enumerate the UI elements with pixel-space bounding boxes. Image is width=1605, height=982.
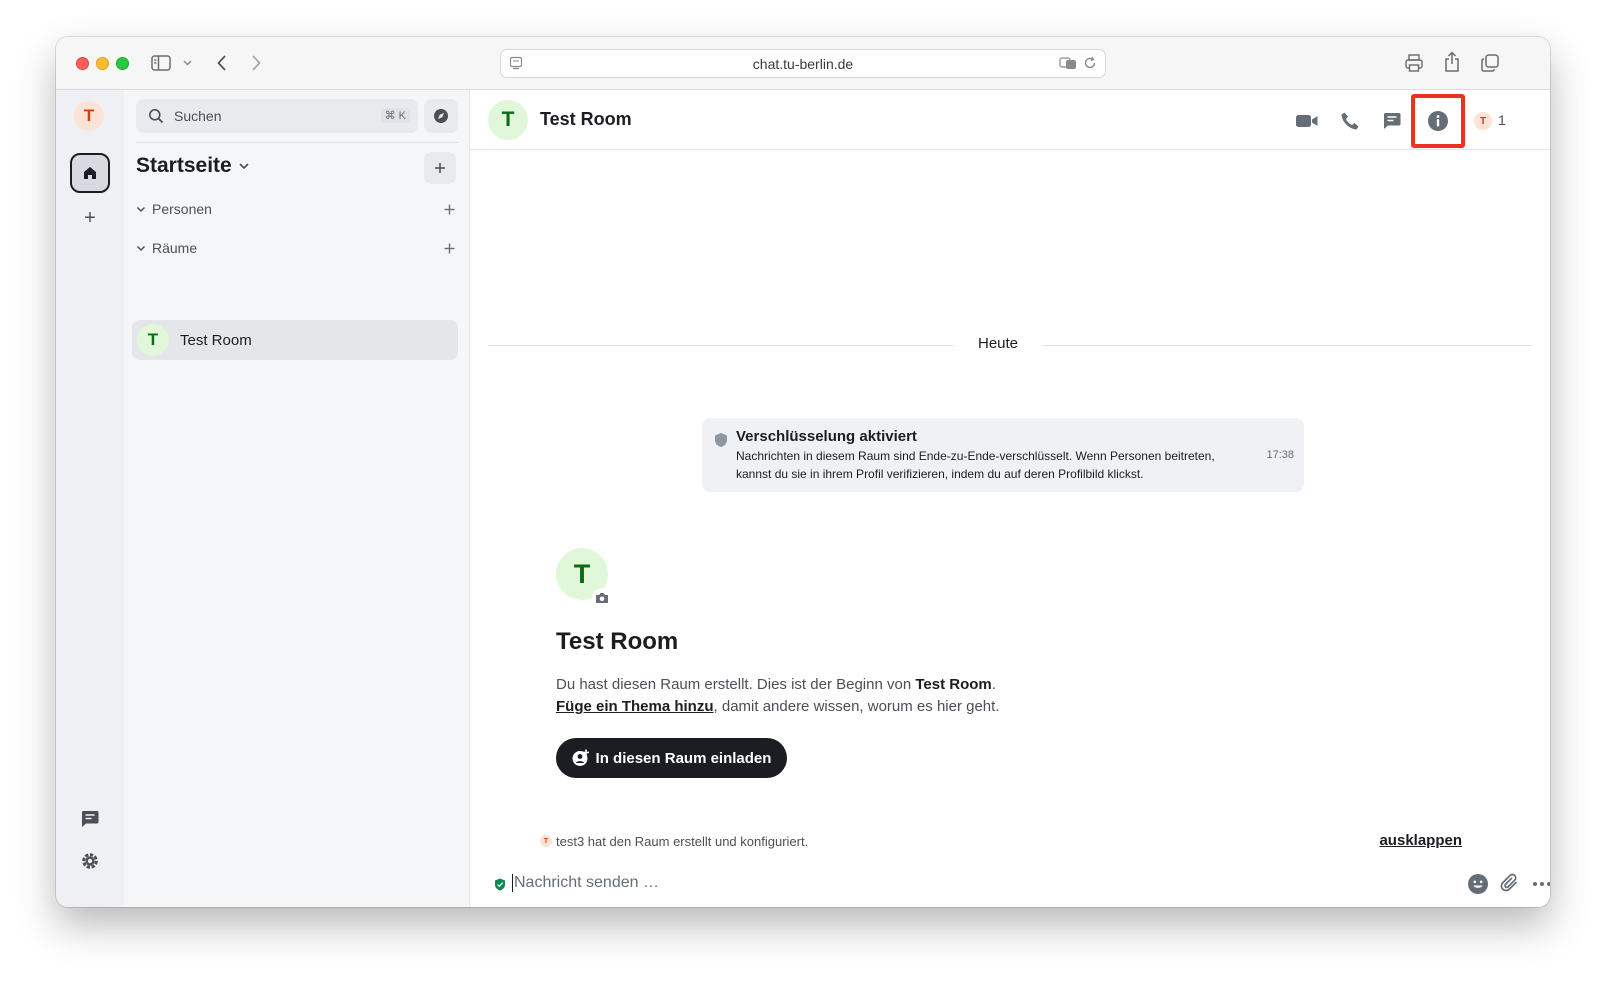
add-user-icon [572, 749, 589, 766]
print-icon[interactable] [1402, 51, 1426, 75]
divider [1042, 345, 1532, 346]
tabs-overview-icon[interactable] [1478, 51, 1502, 75]
room-avatar: T [137, 324, 169, 356]
divider [488, 345, 954, 346]
room-intro-suffix: . [991, 676, 996, 693]
message-input[interactable] [514, 871, 1394, 895]
sidebar-toggle-icon[interactable] [150, 53, 172, 73]
emoji-icon[interactable] [1466, 872, 1490, 896]
plus-icon [435, 163, 445, 173]
encryption-notice: Verschlüsselung aktiviert Nachrichten in… [702, 418, 1304, 492]
section-rooms-toggle[interactable]: Räume [136, 240, 197, 256]
add-person-button[interactable] [440, 200, 458, 218]
chevron-down-icon[interactable] [180, 55, 194, 71]
home-space-button[interactable] [70, 153, 110, 193]
event-timestamp: 17:38 [1266, 449, 1294, 461]
invite-button-label: In diesen Raum einladen [595, 749, 772, 767]
search-icon [148, 108, 164, 124]
chevron-down-icon [136, 245, 146, 251]
member-avatar[interactable]: T [1474, 112, 1492, 130]
plus-icon [444, 204, 454, 214]
room-list-title: Startseite [136, 154, 232, 177]
more-options-icon[interactable] [1530, 872, 1550, 896]
info-button-highlight [1411, 94, 1465, 148]
encryption-description: Nachrichten in diesem Raum sind Ende-zu-… [736, 449, 1215, 481]
explore-rooms-button[interactable] [424, 99, 458, 133]
settings-gear-icon[interactable] [78, 849, 102, 873]
add-room-section-button[interactable] [440, 239, 458, 257]
text-caret [512, 874, 513, 892]
threads-icon[interactable] [78, 807, 102, 831]
date-separator: Heute [488, 334, 1532, 356]
plus-icon [444, 243, 454, 253]
message-composer [470, 865, 1550, 907]
video-call-icon[interactable] [1294, 108, 1320, 134]
shield-icon [714, 432, 728, 453]
room-creation-summary: T test3 hat den Raum erstellt und konfig… [540, 832, 1462, 853]
room-list-panel: Suchen ⌘ K Startseite Personen Räume T T… [124, 90, 470, 907]
room-title[interactable]: Test Room [540, 109, 632, 130]
home-options-menu[interactable]: Startseite [136, 154, 250, 178]
space-bar: T + [56, 90, 124, 907]
encryption-title: Verschlüsselung aktiviert [736, 428, 917, 445]
summary-text: test3 hat den Raum erstellt und konfigur… [556, 834, 809, 849]
chevron-down-icon [136, 206, 146, 212]
expand-summary-link[interactable]: ausklappen [1379, 832, 1462, 849]
threads-icon[interactable] [1379, 108, 1405, 134]
invite-button[interactable]: In diesen Raum einladen [556, 738, 787, 778]
room-view: T Test Room T 1 Heute Verschlüsselung ak… [470, 90, 1550, 907]
voice-call-icon[interactable] [1337, 108, 1363, 134]
attachment-icon[interactable] [1498, 872, 1522, 896]
user-avatar[interactable]: T [74, 101, 104, 131]
browser-toolbar: chat.tu-berlin.de [56, 37, 1550, 90]
translate-icon[interactable] [1059, 56, 1077, 73]
room-list-item[interactable]: T Test Room [132, 320, 458, 360]
share-icon[interactable] [1440, 49, 1464, 75]
search-label: Suchen [174, 108, 222, 124]
reload-icon[interactable] [1083, 56, 1097, 73]
page-settings-icon[interactable] [509, 56, 523, 73]
room-intro-title: Test Room [556, 628, 679, 655]
room-intro-text: Du hast diesen Raum erstellt. Dies ist d… [556, 676, 996, 693]
close-window-button[interactable] [76, 57, 89, 70]
add-topic-link[interactable]: Füge ein Thema hinzu [556, 698, 714, 715]
browser-window: chat.tu-berlin.de T + Suchen ⌘ K Startse… [56, 37, 1550, 907]
date-separator-label: Heute [977, 335, 1019, 352]
member-count[interactable]: 1 [1498, 112, 1506, 128]
section-people-label: Personen [152, 201, 212, 217]
compass-icon [434, 109, 448, 123]
search-shortcut: ⌘ K [380, 108, 410, 123]
room-name: Test Room [180, 331, 252, 349]
section-people-toggle[interactable]: Personen [136, 201, 212, 217]
add-room-button[interactable] [424, 152, 456, 184]
room-topic-text: Füge ein Thema hinzu, damit andere wisse… [556, 698, 999, 715]
zoom-window-button[interactable] [116, 57, 129, 70]
room-header: T Test Room T 1 [470, 90, 1550, 150]
forward-icon[interactable] [246, 51, 266, 75]
search-button[interactable]: Suchen ⌘ K [136, 99, 418, 133]
address-bar[interactable]: chat.tu-berlin.de [500, 49, 1106, 78]
section-rooms-label: Räume [152, 240, 198, 256]
room-intro-room-name: Test Room [915, 676, 992, 693]
room-avatar[interactable]: T [488, 100, 528, 140]
room-topic-suffix: , damit andere wissen, worum es hier geh… [713, 698, 1000, 715]
back-icon[interactable] [212, 51, 232, 75]
summary-avatar: T [540, 835, 552, 847]
home-icon [84, 167, 96, 179]
create-space-button[interactable]: + [80, 207, 100, 229]
room-intro-prefix: Du hast diesen Raum erstellt. Dies ist d… [556, 676, 916, 693]
url-text: chat.tu-berlin.de [752, 55, 854, 72]
camera-icon[interactable] [592, 588, 612, 608]
chevron-down-icon [239, 163, 249, 170]
divider [136, 142, 458, 143]
minimize-window-button[interactable] [96, 57, 109, 70]
encrypted-shield-icon [494, 878, 506, 896]
